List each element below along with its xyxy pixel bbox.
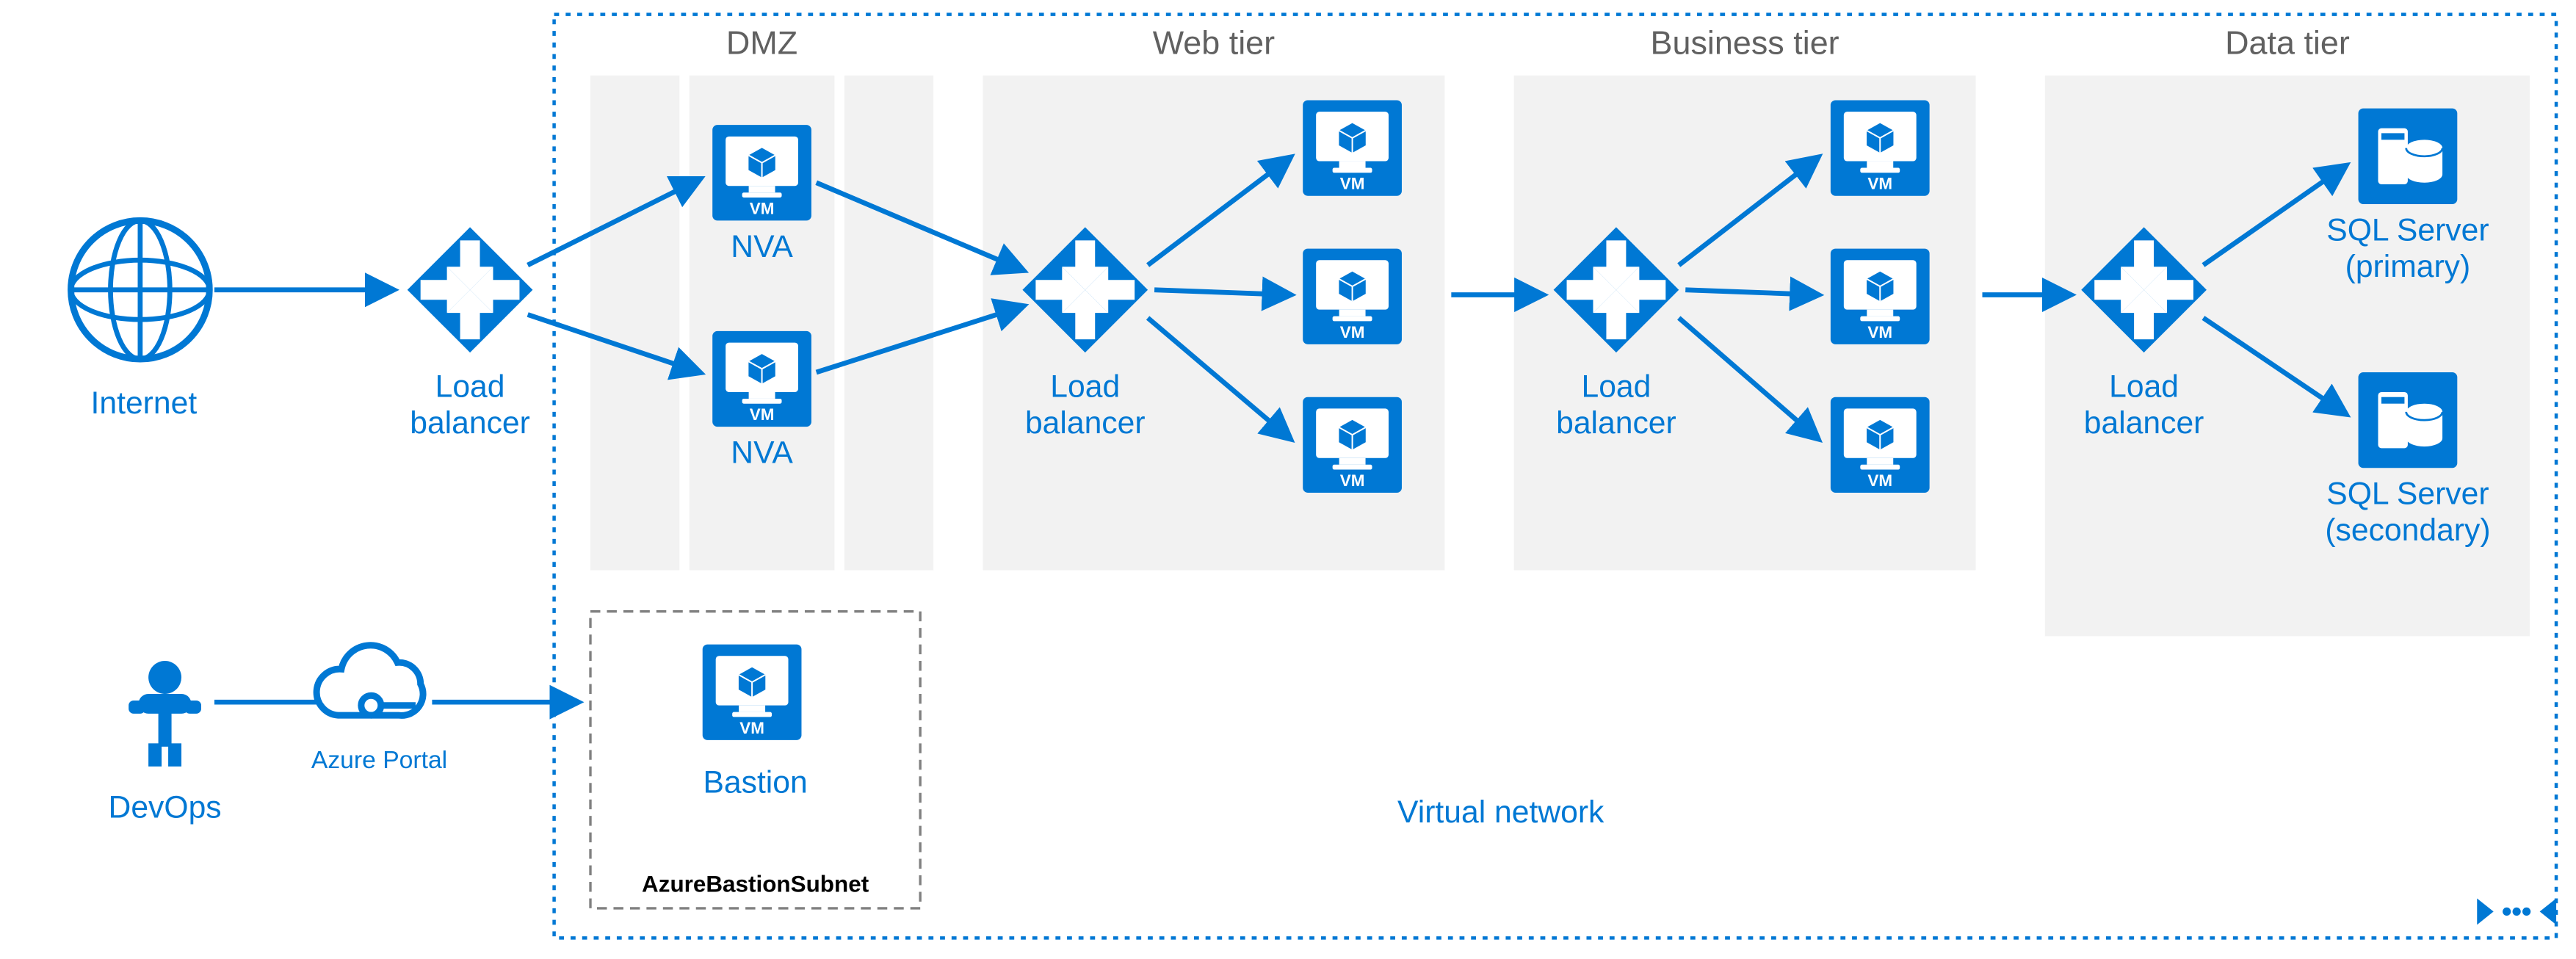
- business-vm-2: [1831, 249, 1930, 344]
- bastion-label: Bastion: [703, 765, 807, 800]
- nva-vm-2: [712, 331, 811, 427]
- dmz-header: DMZ: [726, 24, 797, 62]
- web-tier-header: Web tier: [1153, 24, 1275, 62]
- internet-label: Internet: [91, 386, 198, 421]
- expand-icon: [2477, 898, 2556, 924]
- data-tier-header: Data tier: [2225, 24, 2350, 62]
- sql-server-primary-icon: [2359, 109, 2458, 204]
- business-tier-header: Business tier: [1651, 24, 1839, 62]
- devops-user-icon: [129, 661, 201, 767]
- web-vm-2: [1303, 249, 1402, 344]
- business-vm-1: [1831, 100, 1930, 195]
- public-lb-label-2: balancer: [410, 405, 530, 441]
- public-lb-label-1: Load: [435, 369, 505, 405]
- web-lb-label-2: balancer: [1025, 405, 1146, 441]
- biz-lb-label-1: Load: [1581, 369, 1651, 405]
- sql-secondary-label-1: SQL Server: [2326, 477, 2489, 512]
- web-vm-1: [1303, 100, 1402, 195]
- nva-1-label: NVA: [731, 229, 793, 264]
- business-vm-3: [1831, 397, 1930, 493]
- architecture-diagram: VM: [0, 0, 2576, 959]
- web-lb-label-1: Load: [1050, 369, 1120, 405]
- data-lb-label-2: balancer: [2084, 405, 2204, 441]
- devops-label: DevOps: [109, 789, 222, 825]
- sql-server-secondary-icon: [2359, 372, 2458, 468]
- public-load-balancer-icon: [408, 227, 533, 352]
- bastion-vm-icon: [703, 645, 802, 740]
- data-lb-label-1: Load: [2109, 369, 2179, 405]
- azure-portal-icon: [316, 645, 423, 716]
- nva-2-label: NVA: [731, 435, 793, 471]
- bastion-subnet-label: AzureBastionSubnet: [642, 871, 869, 897]
- azure-portal-label: Azure Portal: [311, 747, 447, 774]
- sql-secondary-label-2: (secondary): [2325, 513, 2490, 548]
- web-vm-3: [1303, 397, 1402, 493]
- virtual-network-label: Virtual network: [1397, 795, 1604, 830]
- internet-icon: [71, 220, 210, 359]
- nva-vm-1: [712, 125, 811, 220]
- sql-primary-label-2: (primary): [2345, 249, 2471, 284]
- sql-primary-label-1: SQL Server: [2326, 212, 2489, 247]
- biz-lb-label-2: balancer: [1556, 405, 1676, 441]
